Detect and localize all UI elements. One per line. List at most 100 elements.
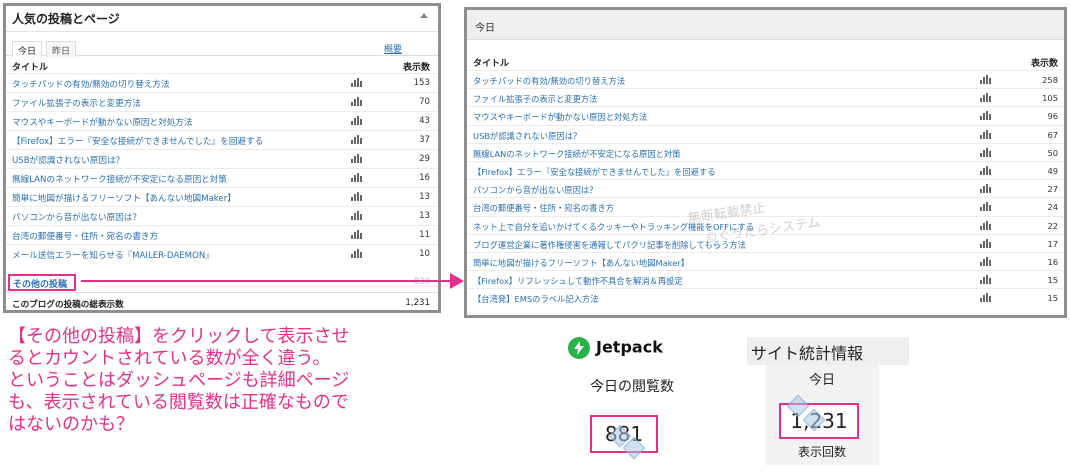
stats-chart-icon[interactable]: [980, 220, 992, 230]
post-views: 16: [1047, 256, 1058, 267]
post-title-link[interactable]: USBが認識されない原因は？: [12, 154, 124, 166]
stats-icon-wrap: [351, 97, 363, 109]
column-title: タイトル: [12, 63, 49, 73]
stats-icon-wrap: [351, 116, 363, 128]
arrow-head-icon: [450, 273, 464, 289]
post-title-link[interactable]: タッチパッドの有効/無効の切り替え方法: [12, 78, 170, 90]
stats-chart-icon[interactable]: [980, 93, 992, 103]
today-stats-panel: 今日 タイトル 表示数 タッチパッドの有効/無効の切り替え方法 258 ファイル拡張…: [464, 7, 1067, 318]
post-title-link[interactable]: 簡単に地図が描けるフリーソフト【あんない地図Maker】: [473, 257, 689, 269]
post-title-link[interactable]: 【台湾発】EMSのラベル記入方法: [473, 293, 599, 305]
post-views: 10: [419, 249, 430, 259]
other-posts-link[interactable]: その他の投稿: [8, 274, 76, 291]
post-views: 15: [1047, 293, 1058, 304]
stats-chart-icon[interactable]: [351, 173, 363, 182]
stats-chart-icon[interactable]: [351, 78, 363, 87]
post-row: マウスやキーボードが動かない原因と対処方法 43: [6, 111, 438, 130]
post-views: 37: [419, 135, 430, 145]
post-row: 簡単に地図が描けるフリーソフト【あんない地図Maker】 13: [6, 187, 438, 206]
post-title-link[interactable]: 無線LANのネットワーク接続が不安定になる原因と対策: [12, 173, 227, 185]
jetpack-views-label: 今日の閲覧数: [590, 379, 674, 395]
post-title-link[interactable]: パソコンから音が出ない原因は？: [473, 184, 597, 196]
post-views: 258: [1042, 75, 1058, 85]
stats-chart-icon[interactable]: [351, 249, 363, 258]
post-row: メール送信エラーを知らせる『MAILER-DAEMON』 10: [6, 244, 438, 263]
post-title-link[interactable]: パソコンから音が出ない原因は？: [12, 211, 141, 223]
stats-chart-icon[interactable]: [351, 135, 363, 144]
note-line: 【その他の投稿】をクリックして表示させ: [8, 326, 350, 347]
stats-icon-wrap: [351, 173, 363, 185]
stats-chart-icon[interactable]: [980, 129, 992, 139]
stats-chart-icon[interactable]: [980, 184, 992, 194]
post-row: 【台湾発】EMSのラベル記入方法 15: [467, 288, 1064, 306]
stats-icon-wrap: [980, 256, 992, 268]
post-title-link[interactable]: 台湾の郵便番号・住所・宛名の書き方: [12, 230, 158, 242]
total-views-row: このブログの投稿の総表示数 1,231: [6, 292, 438, 310]
stats-icon-wrap: [980, 75, 992, 86]
stats-icon-wrap: [980, 93, 992, 104]
post-title-link[interactable]: 無線LANのネットワーク接続が不安定になる原因と対策: [473, 148, 681, 160]
stats-icon-wrap: [351, 135, 363, 147]
post-title-link[interactable]: マウスやキーボードが動かない原因と対処方法: [12, 116, 192, 128]
post-title-link[interactable]: ファイル拡張子の表示と変更方法: [473, 93, 597, 105]
post-title-link[interactable]: USBが認識されない原因は？: [473, 130, 581, 142]
stats-icon-wrap: [351, 192, 363, 204]
post-views: 24: [1047, 202, 1058, 213]
stats-chart-icon[interactable]: [351, 154, 363, 163]
summary-link[interactable]: 概要: [384, 42, 402, 55]
stats-chart-icon[interactable]: [351, 116, 363, 125]
stats-icon-wrap: [980, 147, 992, 159]
stats-icon-wrap: [351, 230, 363, 242]
tab-yesterday[interactable]: 昨日: [46, 41, 77, 57]
post-row: 台湾の郵便番号・住所・宛名の書き方 11: [6, 225, 438, 244]
post-title-link[interactable]: マウスやキーボードが動かない原因と対処方法: [473, 111, 647, 123]
stats-chart-icon[interactable]: [351, 230, 363, 239]
post-title-link[interactable]: 簡単に地図が描けるフリーソフト【あんない地図Maker】: [12, 192, 236, 204]
post-title-link[interactable]: ファイル拡張子の表示と変更方法: [12, 97, 141, 109]
post-row: USBが認識されない原因は？ 29: [6, 149, 438, 168]
stats-chart-icon[interactable]: [980, 256, 992, 266]
stats-chart-icon[interactable]: [980, 202, 992, 212]
post-views: 16: [419, 173, 430, 183]
stats-chart-icon[interactable]: [980, 165, 992, 175]
stats-chart-icon[interactable]: [980, 238, 992, 248]
post-title-link[interactable]: タッチパッドの有効/無効の切り替え方法: [473, 75, 625, 87]
total-views-label: このブログの投稿の総表示数: [12, 300, 124, 310]
post-title-link[interactable]: 【Firefox】エラー『安全な接続ができませんでした』を回避する: [473, 166, 716, 178]
post-row: パソコンから音が出ない原因は？ 27: [467, 179, 1064, 197]
stats-icon-wrap: [980, 129, 992, 141]
stats-icon-wrap: [351, 211, 363, 223]
tab-today[interactable]: 今日: [12, 41, 43, 57]
pointer-arrow-line: [81, 280, 456, 282]
stats-chart-icon[interactable]: [980, 147, 992, 157]
column-views: 表示数: [402, 63, 430, 73]
stats-icon-wrap: [351, 78, 363, 90]
stats-icon-wrap: [980, 275, 992, 286]
note-line: も、表示されている閲覧数は正確なもので: [8, 392, 349, 413]
post-views: 50: [1047, 147, 1058, 158]
post-row: 【Firefox】エラー『安全な接続ができませんでした』を回避する 37: [6, 130, 438, 149]
panel-title: 今日: [475, 23, 495, 34]
post-row: ファイル拡張子の表示と変更方法 105: [467, 88, 1064, 106]
note-line: ということはダッシュページも詳細ページ: [8, 370, 350, 391]
total-views-value: 1,231: [405, 298, 430, 308]
collapse-arrow-icon[interactable]: [420, 13, 428, 18]
stats-chart-icon[interactable]: [351, 192, 363, 201]
post-title-link[interactable]: 【Firefox】リフレッシュして動作不具合を解消＆再設定: [473, 275, 683, 287]
stats-chart-icon[interactable]: [351, 97, 363, 106]
jetpack-bolt-icon: [568, 337, 590, 359]
post-title-link[interactable]: 台湾の郵便番号・住所・宛名の書き方: [473, 202, 614, 214]
post-title-link[interactable]: メール送信エラーを知らせる『MAILER-DAEMON』: [12, 249, 214, 261]
stats-chart-icon[interactable]: [980, 275, 992, 285]
stats-chart-icon[interactable]: [351, 211, 363, 220]
stats-chart-icon[interactable]: [980, 75, 992, 84]
post-views: 15: [1047, 275, 1058, 286]
stats-icon-wrap: [980, 238, 992, 250]
post-title-link[interactable]: 【Firefox】エラー『安全な接続ができませんでした』を回避する: [12, 135, 263, 147]
widget-header: 人気の投稿とページ: [6, 6, 438, 32]
stats-chart-icon[interactable]: [980, 111, 992, 121]
post-views: 27: [1047, 184, 1058, 195]
stats-chart-icon[interactable]: [980, 293, 992, 303]
post-row: タッチパッドの有効/無効の切り替え方法 153: [6, 73, 438, 92]
column-views: 表示数: [1030, 59, 1058, 69]
